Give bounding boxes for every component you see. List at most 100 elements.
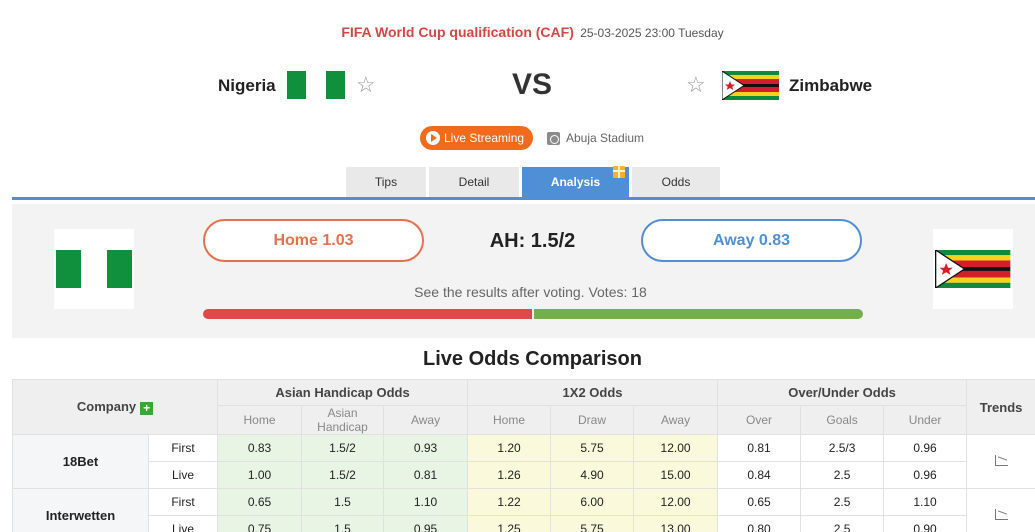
tab-analysis-label: Analysis — [550, 175, 601, 189]
x12-group-header: 1X2 Odds — [467, 379, 719, 406]
odds-cell[interactable]: 1.10 — [383, 488, 469, 516]
odds-cell[interactable]: 0.75 — [217, 515, 303, 532]
stadium-icon — [547, 131, 560, 145]
company-header: Company + — [11, 379, 219, 435]
asian-handicap-line: AH: 1.5/2 — [489, 230, 576, 252]
odds-cell[interactable]: 12.00 — [633, 434, 719, 462]
ah-group-header: Asian Handicap Odds — [217, 379, 469, 406]
tab-underline — [12, 197, 1035, 200]
odds-cell[interactable]: 15.00 — [633, 461, 719, 489]
sub-header: Goals — [800, 405, 885, 435]
favorite-home-star-icon[interactable]: ☆ — [356, 73, 376, 97]
row-type: First — [147, 488, 219, 516]
add-company-plus-icon[interactable]: + — [140, 401, 154, 415]
sub-header: Over — [717, 405, 802, 435]
trends-header: Trends — [966, 379, 1035, 435]
vote-share-bar — [203, 309, 863, 319]
league-name[interactable]: FIFA World Cup qualification (CAF) — [341, 24, 574, 40]
odds-cell[interactable]: 1.26 — [467, 461, 552, 489]
odds-cell[interactable]: 0.81 — [383, 461, 469, 489]
table-row: Live 1.00 1.5/2 0.81 1.26 4.90 15.00 0.8… — [13, 461, 1035, 489]
vs-label: VS — [512, 68, 553, 101]
tab-odds[interactable]: Odds — [632, 167, 720, 197]
live-streaming-label: Live Streaming — [444, 131, 525, 145]
odds-cell[interactable]: 2.5 — [800, 488, 885, 516]
odds-cell[interactable]: 0.96 — [883, 461, 968, 489]
vote-panel: Home 1.03 AH: 1.5/2 Away 0.83 See the re… — [12, 204, 1035, 338]
away-team-flag — [722, 71, 779, 100]
live-streaming-button[interactable]: Live Streaming — [420, 126, 533, 150]
sub-header: Away — [383, 405, 469, 435]
odds-cell[interactable]: 0.96 — [883, 434, 968, 462]
odds-cell[interactable]: 2.5 — [800, 461, 885, 489]
row-type: Live — [147, 461, 219, 489]
odds-cell[interactable]: 1.22 — [467, 488, 552, 516]
odds-cell[interactable]: 1.10 — [883, 488, 968, 516]
vote-results-text: See the results after voting. Votes: 18 — [414, 284, 647, 300]
odds-cell[interactable]: 0.93 — [383, 434, 469, 462]
sub-header: Draw — [550, 405, 635, 435]
row-type: First — [147, 434, 219, 462]
sub-header: Under — [883, 405, 968, 435]
odds-cell[interactable]: 2.5/3 — [800, 434, 885, 462]
sub-header: Away — [633, 405, 719, 435]
sub-header: Home — [467, 405, 552, 435]
match-page: FIFA World Cup qualification (CAF) 25-03… — [0, 0, 1035, 532]
odds-cell[interactable]: 5.75 — [550, 434, 635, 462]
match-tabs: Tips Detail Analysis Odds — [346, 166, 723, 197]
home-team-name[interactable]: Nigeria — [218, 76, 276, 96]
table-row: Live 0.75 1.5 0.95 1.25 5.75 13.00 0.80 … — [13, 515, 1035, 532]
odds-cell[interactable]: 6.00 — [550, 488, 635, 516]
row-type: Live — [147, 515, 219, 532]
odds-cell[interactable]: 5.75 — [550, 515, 635, 532]
ou-group-header: Over/Under Odds — [717, 379, 968, 406]
odds-cell[interactable]: 0.84 — [717, 461, 802, 489]
tab-analysis[interactable]: Analysis — [522, 166, 629, 197]
table-row: Interwetten First 0.65 1.5 1.10 1.22 6.0… — [12, 488, 1035, 532]
tab-detail[interactable]: Detail — [429, 167, 519, 197]
company-name[interactable]: 18Bet — [12, 434, 149, 489]
tab-odds-label: Odds — [661, 175, 691, 189]
odds-cell[interactable]: 0.65 — [717, 488, 802, 516]
match-header: FIFA World Cup qualification (CAF) 25-03… — [0, 0, 1035, 200]
odds-cell[interactable]: 12.00 — [633, 488, 719, 516]
stadium-info: Abuja Stadium — [547, 131, 644, 145]
odds-cell[interactable]: 0.65 — [217, 488, 303, 516]
odds-cell[interactable]: 1.5 — [301, 515, 385, 532]
odds-cell[interactable]: 1.5 — [301, 488, 385, 516]
trend-cell[interactable] — [966, 434, 1035, 489]
sub-header: Home — [217, 405, 303, 435]
vote-home-share — [203, 309, 532, 319]
vote-away-button[interactable]: Away 0.83 — [641, 219, 862, 262]
tab-tips-label: Tips — [374, 175, 398, 189]
odds-cell[interactable]: 13.00 — [633, 515, 719, 532]
odds-cell[interactable]: 1.5/2 — [301, 461, 385, 489]
trend-chart-icon[interactable] — [994, 508, 1008, 520]
odds-cell[interactable]: 1.00 — [217, 461, 303, 489]
tab-tips[interactable]: Tips — [346, 167, 426, 197]
odds-cell[interactable]: 1.25 — [467, 515, 552, 532]
sub-header: Asian Handicap — [301, 405, 385, 435]
odds-cell[interactable]: 1.20 — [467, 434, 552, 462]
home-team-flag — [287, 71, 345, 99]
company-name[interactable]: Interwetten — [12, 488, 149, 532]
odds-cell[interactable]: 1.5/2 — [301, 434, 385, 462]
odds-cell[interactable]: 0.83 — [217, 434, 303, 462]
odds-cell[interactable]: 0.90 — [883, 515, 968, 532]
favorite-away-star-icon[interactable]: ☆ — [686, 73, 706, 97]
trend-cell[interactable] — [966, 488, 1035, 532]
odds-cell[interactable]: 2.5 — [800, 515, 885, 532]
tab-detail-label: Detail — [458, 175, 490, 189]
vote-home-button[interactable]: Home 1.03 — [203, 219, 424, 262]
odds-cell[interactable]: 0.81 — [717, 434, 802, 462]
trend-chart-icon[interactable] — [994, 454, 1008, 466]
odds-cell[interactable]: 0.95 — [383, 515, 469, 532]
odds-cell[interactable]: 4.90 — [550, 461, 635, 489]
odds-cell[interactable]: 0.80 — [717, 515, 802, 532]
stadium-name: Abuja Stadium — [566, 131, 645, 145]
vote-away-share — [534, 309, 863, 319]
table-row: 18Bet First 0.83 1.5/2 0.93 1.20 5.75 12… — [12, 434, 1035, 489]
match-datetime: 25-03-2025 23:00 Tuesday — [580, 26, 724, 40]
company-header-label: Company — [76, 399, 137, 415]
away-team-name[interactable]: Zimbabwe — [789, 76, 872, 96]
